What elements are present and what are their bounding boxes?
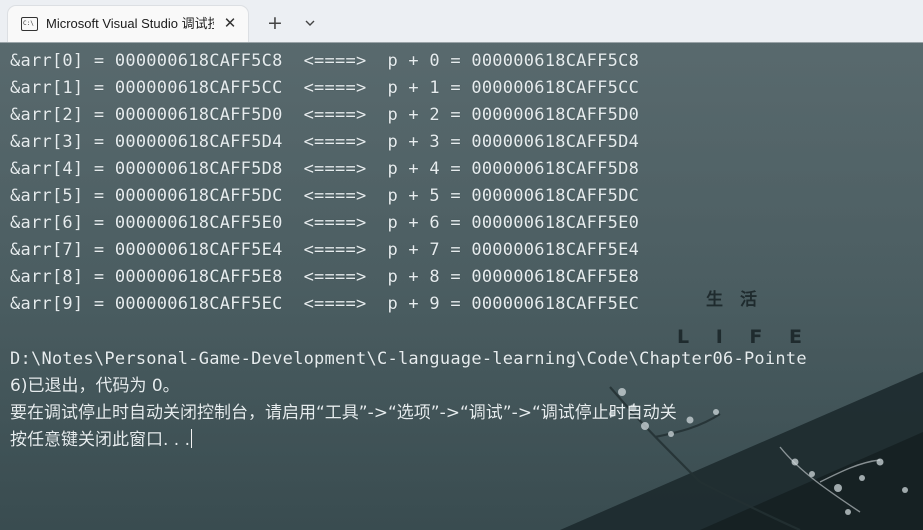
close-icon[interactable]: ✕	[220, 13, 240, 33]
console-line: &arr[5] = 000000618CAFF5DC <====> p + 5 …	[10, 186, 640, 206]
console-line: &arr[4] = 000000618CAFF5D8 <====> p + 4 …	[10, 159, 640, 179]
console-line: &arr[1] = 000000618CAFF5CC <====> p + 1 …	[10, 78, 640, 98]
console-line: &arr[3] = 000000618CAFF5D4 <====> p + 3 …	[10, 132, 640, 152]
console-output[interactable]: 生 活 L I F E &arr[0] = 000000618CAFF5C8 <…	[0, 42, 923, 530]
console-line: &arr[6] = 000000618CAFF5E0 <====> p + 6 …	[10, 213, 640, 233]
exit-path-line: D:\Notes\Personal-Game-Development\C-lan…	[10, 349, 807, 369]
close-hint-line: 要在调试停止时自动关闭控制台，请启用“工具”->“选项”->“调试”->“调试停…	[10, 403, 677, 423]
console-app-icon: C:\	[21, 17, 38, 31]
console-line: &arr[2] = 000000618CAFF5D0 <====> p + 2 …	[10, 105, 640, 125]
tab-title: Microsoft Visual Studio 调试控制台	[46, 16, 214, 31]
text-cursor	[191, 429, 193, 448]
chevron-down-icon[interactable]	[299, 12, 321, 34]
plus-icon[interactable]: +	[263, 11, 287, 35]
console-line: &arr[0] = 000000618CAFF5C8 <====> p + 0 …	[10, 51, 640, 71]
exit-code-line: 6)已退出，代码为 0。	[10, 376, 180, 396]
background-text-shenghuo: 生 活	[706, 290, 757, 310]
tab-debug-console[interactable]: C:\ Microsoft Visual Studio 调试控制台 ✕	[8, 6, 248, 42]
console-line: &arr[7] = 000000618CAFF5E4 <====> p + 7 …	[10, 240, 640, 260]
console-line: &arr[9] = 000000618CAFF5EC <====> p + 9 …	[10, 294, 640, 314]
press-key-line: 按任意键关闭此窗口. . .	[10, 427, 193, 454]
console-line: &arr[8] = 000000618CAFF5E8 <====> p + 8 …	[10, 267, 640, 287]
background-text-life: L I F E	[677, 326, 812, 348]
terminal-window: C:\ Microsoft Visual Studio 调试控制台 ✕ +	[0, 0, 923, 530]
press-key-text: 按任意键关闭此窗口. . .	[10, 430, 191, 450]
tab-bar: C:\ Microsoft Visual Studio 调试控制台 ✕ +	[0, 0, 923, 43]
